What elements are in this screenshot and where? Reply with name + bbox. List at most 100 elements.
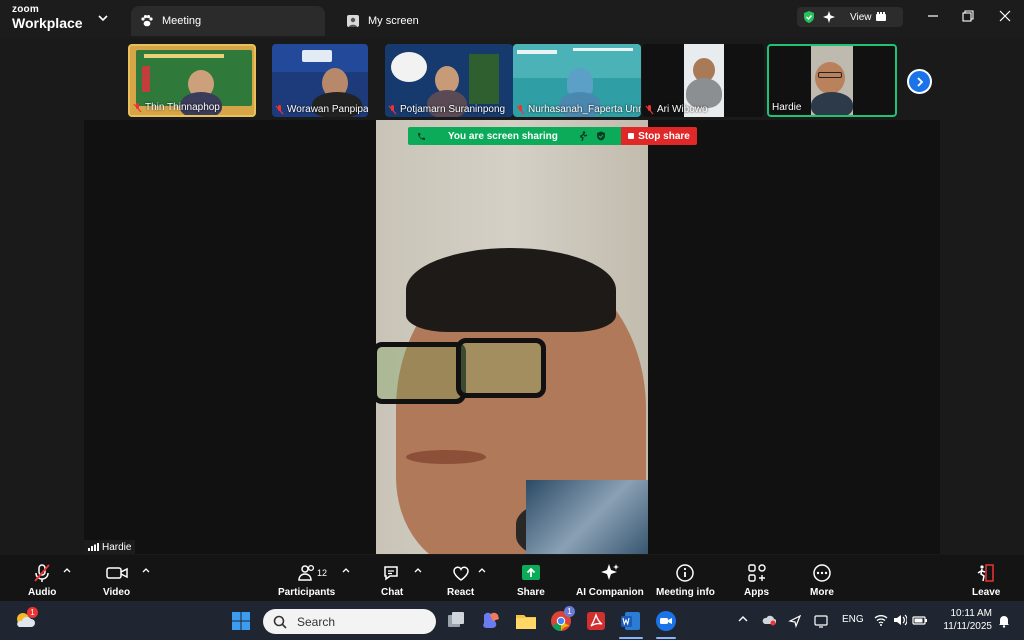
taskbar-clock[interactable]: 10:11 AM 11/11/2025 bbox=[938, 607, 992, 633]
chrome-badge: 1 bbox=[564, 606, 575, 617]
signal-bars-icon bbox=[88, 543, 99, 551]
participant-name: Thin Thinnaphop bbox=[133, 102, 220, 113]
clock-date: 11/11/2025 bbox=[943, 621, 992, 632]
mic-muted-icon bbox=[516, 104, 525, 114]
view-button[interactable]: View bbox=[850, 12, 872, 23]
phone-icon bbox=[418, 132, 425, 140]
meeting-info-button[interactable]: Meeting info bbox=[656, 563, 715, 598]
search-placeholder: Search bbox=[297, 614, 336, 629]
active-speaker-label: Hardie bbox=[84, 540, 136, 554]
task-view-icon[interactable] bbox=[444, 609, 468, 633]
title-bar: zoom Workplace Meeting My screen View bbox=[0, 0, 1024, 38]
main-stage bbox=[84, 120, 940, 554]
file-explorer-icon[interactable] bbox=[514, 609, 538, 633]
show-hidden-icons-chevron[interactable] bbox=[738, 614, 748, 624]
info-icon bbox=[676, 564, 695, 582]
participant-name: Worawan Panpipat bbox=[275, 104, 368, 115]
heart-icon bbox=[452, 566, 469, 581]
react-options-caret[interactable] bbox=[478, 566, 486, 574]
notification-bell-icon[interactable] bbox=[997, 614, 1011, 628]
more-icon bbox=[813, 564, 831, 582]
participant-thumb[interactable]: Worawan Panpipat bbox=[272, 44, 368, 117]
location-icon[interactable] bbox=[788, 614, 802, 628]
chat-icon bbox=[384, 566, 398, 581]
participants-count: 12 bbox=[317, 568, 328, 578]
participant-thumb[interactable]: Thin Thinnaphop bbox=[128, 44, 256, 117]
stop-square-icon bbox=[628, 133, 635, 139]
video-button[interactable]: Video bbox=[103, 563, 130, 598]
taskbar-search[interactable]: Search bbox=[263, 609, 436, 634]
display-icon[interactable] bbox=[814, 614, 828, 628]
ai-companion-button[interactable]: AI Companion bbox=[576, 563, 644, 598]
active-speaker-name: Hardie bbox=[102, 541, 132, 553]
participant-thumb[interactable]: Ari Wibowo bbox=[642, 44, 764, 117]
participant-name: Ari Wibowo bbox=[645, 104, 708, 115]
participants-options-caret[interactable] bbox=[342, 566, 350, 574]
volume-icon[interactable] bbox=[893, 614, 907, 626]
word-icon[interactable] bbox=[619, 609, 643, 633]
view-grid-icon bbox=[875, 12, 886, 21]
tab-my-screen-label: My screen bbox=[368, 15, 419, 27]
restore-icon[interactable] bbox=[961, 9, 975, 23]
more-button[interactable]: More bbox=[810, 563, 834, 598]
view-controls: View bbox=[797, 7, 903, 27]
clock-time: 10:11 AM bbox=[950, 608, 992, 619]
react-button[interactable]: React bbox=[447, 563, 474, 598]
zoom-active-indicator bbox=[656, 637, 676, 639]
mic-muted-icon bbox=[34, 564, 50, 582]
paw-icon bbox=[141, 15, 153, 27]
onedrive-icon[interactable] bbox=[762, 614, 776, 626]
search-icon bbox=[273, 615, 287, 629]
participant-thumb[interactable]: Nurhasanah_Faperta Unm... bbox=[513, 44, 641, 117]
tab-meeting[interactable]: Meeting bbox=[131, 6, 325, 36]
battery-icon[interactable] bbox=[912, 614, 928, 626]
share-screen-icon bbox=[521, 565, 540, 580]
participants-icon bbox=[297, 564, 314, 581]
wifi-icon[interactable] bbox=[874, 614, 888, 626]
shield-check-icon[interactable] bbox=[802, 10, 816, 24]
meeting-toolbar: Audio Video Participants 12 Chat React S… bbox=[0, 555, 1024, 601]
tab-my-screen[interactable]: My screen bbox=[340, 6, 460, 36]
minimize-icon[interactable] bbox=[926, 9, 940, 23]
zoom-window: zoom Workplace Meeting My screen View Th… bbox=[0, 0, 1024, 640]
app-logo[interactable]: zoom Workplace bbox=[12, 4, 83, 31]
next-page-button[interactable] bbox=[907, 69, 932, 94]
language-indicator[interactable]: ENG bbox=[842, 614, 864, 625]
zoom-app-icon[interactable] bbox=[654, 609, 678, 633]
participant-thumb-active[interactable]: Hardie bbox=[767, 44, 897, 117]
participant-name: Hardie bbox=[772, 102, 802, 113]
weather-badge: 1 bbox=[27, 607, 38, 618]
screen-user-icon bbox=[347, 15, 359, 27]
mic-muted-icon bbox=[133, 102, 142, 112]
windows-taskbar: 1 Search 1 ENG 10:11 AM 11/11/2025 bbox=[0, 601, 1024, 640]
windows-start-icon[interactable] bbox=[229, 609, 253, 633]
copilot-icon[interactable] bbox=[479, 609, 503, 633]
leave-button[interactable]: Leave bbox=[972, 563, 1000, 598]
video-camera-icon bbox=[105, 567, 128, 579]
screen-share-banner: You are screen sharing bbox=[408, 127, 621, 145]
tab-meeting-label: Meeting bbox=[162, 15, 202, 27]
leave-door-icon bbox=[977, 564, 994, 582]
audio-options-caret[interactable] bbox=[63, 566, 71, 574]
brand-top: zoom bbox=[12, 4, 39, 15]
participant-strip: Thin Thinnaphop Worawan Panpipat Potjama… bbox=[0, 44, 1024, 118]
sparkle-icon[interactable] bbox=[822, 10, 836, 24]
mic-muted-icon bbox=[645, 104, 654, 114]
participant-thumb[interactable]: Potjamarn Suraninpong bbox=[385, 44, 513, 117]
chat-button[interactable]: Chat bbox=[381, 563, 403, 598]
share-button[interactable]: Share bbox=[517, 563, 545, 598]
stop-share-button[interactable]: Stop share bbox=[621, 127, 697, 145]
acrobat-icon[interactable] bbox=[584, 609, 608, 633]
stop-share-label: Stop share bbox=[638, 130, 690, 142]
video-options-caret[interactable] bbox=[142, 566, 150, 574]
mic-muted-icon bbox=[388, 104, 397, 114]
audio-button[interactable]: Audio bbox=[28, 563, 56, 598]
chevron-down-icon[interactable] bbox=[97, 12, 109, 24]
brand-bottom: Workplace bbox=[12, 15, 83, 31]
apps-button[interactable]: Apps bbox=[744, 563, 769, 598]
close-icon[interactable] bbox=[998, 9, 1012, 23]
participant-name: Potjamarn Suraninpong bbox=[388, 104, 505, 115]
mic-muted-icon bbox=[275, 104, 284, 114]
chat-options-caret[interactable] bbox=[414, 566, 422, 574]
word-active-indicator bbox=[619, 637, 643, 639]
